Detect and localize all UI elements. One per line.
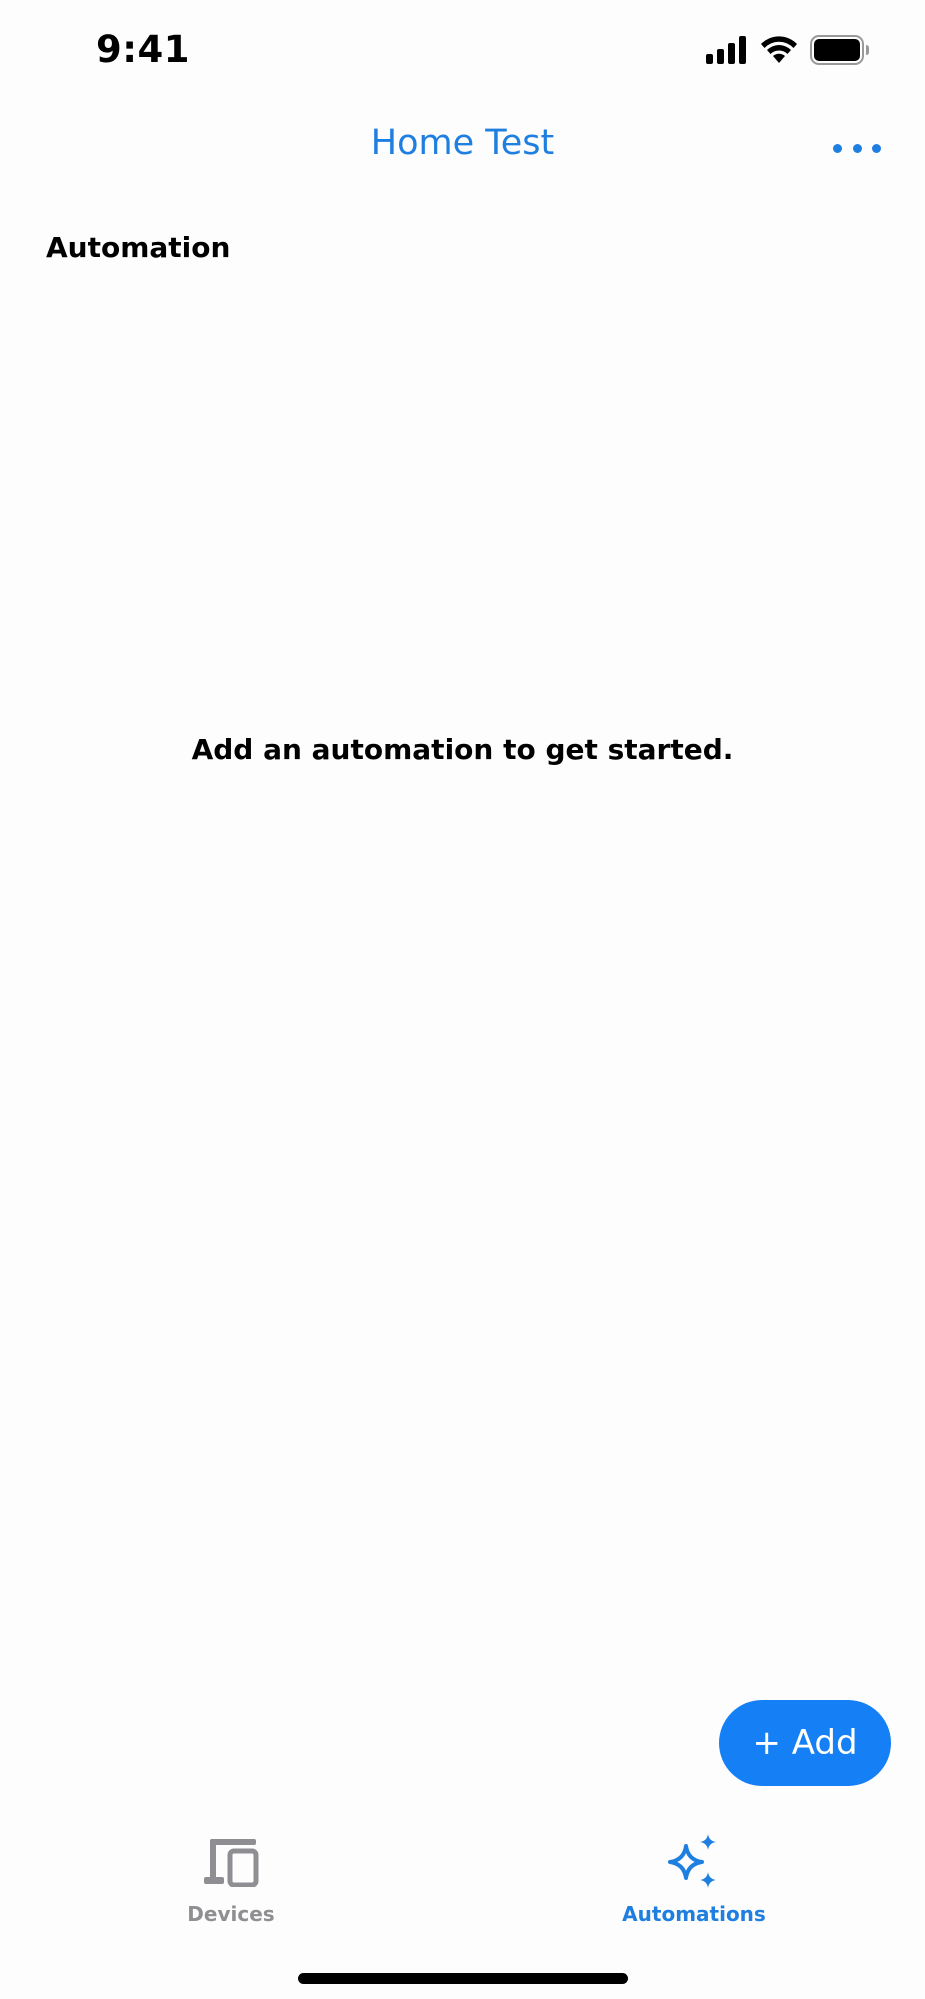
nav-title: Home Test <box>370 123 555 163</box>
battery-icon <box>810 34 870 70</box>
add-automation-button[interactable]: + Add <box>719 1700 891 1786</box>
cellular-signal-icon <box>706 35 748 69</box>
status-time: 9:41 <box>96 28 191 71</box>
empty-state-message: Add an automation to get started. <box>191 733 734 766</box>
tab-automations[interactable]: Automations <box>574 1830 814 1926</box>
tab-devices[interactable]: Devices <box>111 1830 351 1926</box>
section-heading: Automation <box>46 231 231 264</box>
devices-icon <box>199 1830 263 1894</box>
ellipsis-icon <box>833 143 881 153</box>
home-indicator <box>298 1973 628 1984</box>
sparkles-icon <box>662 1830 726 1894</box>
status-bar: 9:41 <box>0 0 925 100</box>
tab-automations-label: Automations <box>622 1902 766 1926</box>
tab-devices-label: Devices <box>187 1902 275 1926</box>
more-button[interactable] <box>833 136 881 160</box>
status-icons <box>706 34 870 70</box>
wifi-icon <box>760 35 798 69</box>
